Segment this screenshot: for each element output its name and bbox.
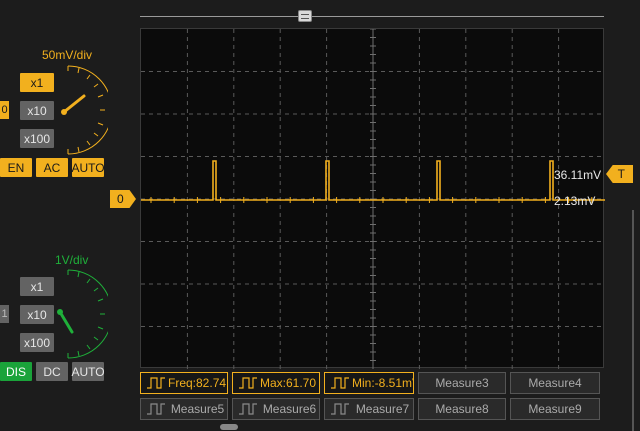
square-wave-icon [330,401,350,417]
measure-button-row1-1[interactable]: Freq:82.74 [140,372,228,394]
square-wave-icon [238,375,258,391]
measure-label: Measure8 [435,402,489,416]
square-wave-icon [238,401,258,417]
measure-button-row2-4[interactable]: Measure8 [418,398,506,420]
square-wave-icon [146,375,166,391]
measure-button-row1-2[interactable]: Max:61.70 [232,372,320,394]
bottom-scroll-handle[interactable] [220,424,238,430]
ch2-volts-div-label: 1V/div [55,253,89,267]
ch2-probe-x10-button[interactable]: x10 [20,305,54,324]
ch2-left-marker: 1 [0,305,9,323]
measure-label: Measure3 [435,376,489,390]
measure-label: Max:61.70 [260,376,317,390]
ch1-left-marker: 0 [0,101,9,119]
measure-label: Measure4 [528,376,582,390]
measure-button-row1-4[interactable]: Measure3 [418,372,506,394]
cursor-level-readout: 2.13mV [554,194,596,208]
ch1-auto-button[interactable]: AUTO [71,158,105,177]
measure-label: Freq:82.74 [168,376,227,390]
horizontal-position-handle[interactable] [298,10,312,22]
measure-label: Min:-8.51mV [352,376,414,390]
ch1-volts-knob[interactable] [54,62,108,158]
measure-label: Measure5 [170,402,225,416]
ch2-probe-x100-button[interactable]: x100 [20,333,54,352]
square-wave-icon [146,401,166,417]
ch1-probe-x10-button[interactable]: x10 [20,101,54,120]
measure-button-row1-3[interactable]: Min:-8.51mV [324,372,414,394]
ch1-probe-x100-button[interactable]: x100 [20,129,54,148]
scope-screen[interactable] [140,28,605,369]
trigger-level-marker[interactable]: T [606,165,633,183]
horizontal-position-track[interactable] [140,16,604,17]
measure-button-row2-5[interactable]: Measure9 [510,398,600,420]
square-wave-icon [330,375,350,391]
measure-button-row1-5[interactable]: Measure4 [510,372,600,394]
ch1-volts-div-label: 50mV/div [42,48,93,62]
trigger-level-readout: 36.11mV [554,168,602,182]
ch2-disable-button[interactable]: DIS [0,362,32,381]
ch1-offset-marker[interactable]: 0 [110,190,136,208]
ch2-coupling-button[interactable]: DC [36,362,68,381]
measure-label: Measure9 [528,402,582,416]
measure-button-row2-2[interactable]: Measure6 [232,398,320,420]
right-panel-edge [632,210,634,431]
measure-label: Measure7 [355,402,410,416]
ch2-volts-knob[interactable] [54,266,108,362]
measure-button-row2-1[interactable]: Measure5 [140,398,228,420]
ch1-probe-x1-button[interactable]: x1 [20,73,54,92]
ch2-probe-x1-button[interactable]: x1 [20,277,54,296]
scope-grid [141,29,605,369]
ch2-auto-button[interactable]: AUTO [71,362,105,381]
ch1-enable-button[interactable]: EN [0,158,32,177]
ch1-coupling-button[interactable]: AC [36,158,68,177]
measure-label: Measure6 [262,402,317,416]
measure-button-row2-3[interactable]: Measure7 [324,398,414,420]
